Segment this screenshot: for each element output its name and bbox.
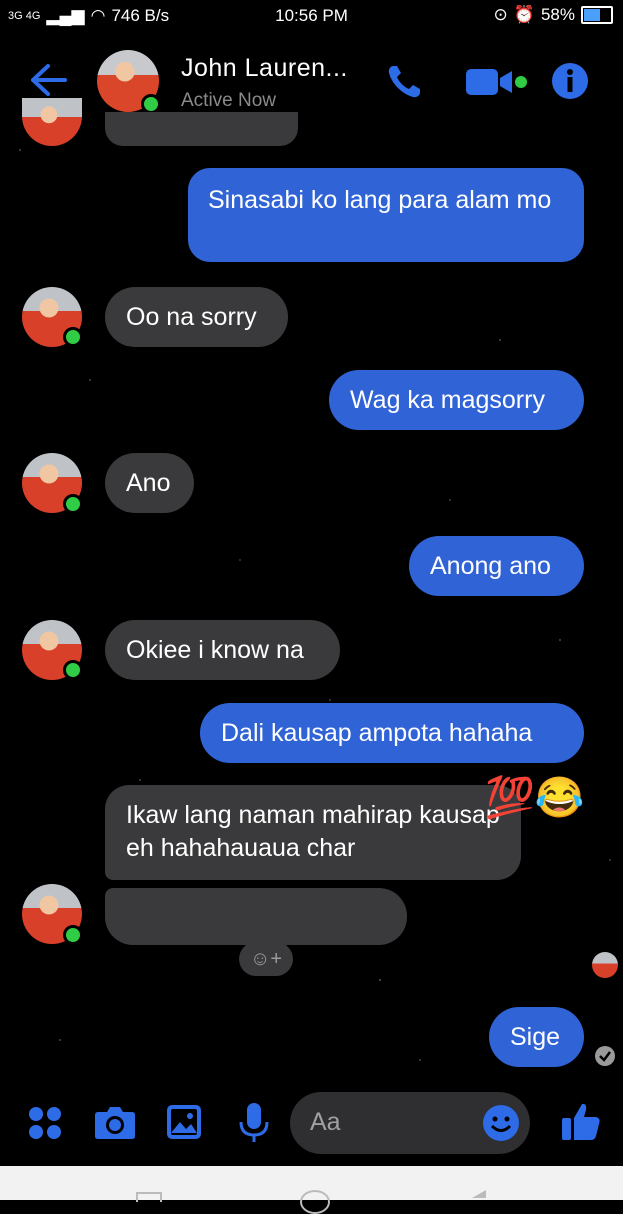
message-text: Ano: [126, 469, 171, 497]
message-text: Oo na sorry: [126, 303, 257, 331]
gallery-icon[interactable]: [166, 1104, 202, 1140]
add-reaction-button[interactable]: ☺+: [239, 942, 293, 976]
seen-avatar: [592, 952, 618, 978]
message-bubble-received[interactable]: Ano: [105, 453, 194, 513]
message-bubble-received[interactable]: Okiee i know na: [105, 620, 340, 680]
more-apps-icon[interactable]: [27, 1105, 63, 1141]
active-status: Active Now: [181, 90, 277, 111]
message-bubble-received-redacted[interactable]: [105, 888, 407, 945]
message-input-placeholder: Aa: [310, 1108, 341, 1136]
smiley-plus-icon: ☺+: [249, 948, 283, 970]
alarm-icon: ⏰: [513, 5, 535, 24]
like-thumbs-up-icon[interactable]: [560, 1100, 602, 1142]
video-call-icon[interactable]: [466, 66, 530, 98]
conversation-header: John Lauren... Active Now: [0, 40, 623, 124]
online-indicator: [63, 925, 83, 945]
lock-rotation-icon: ⊙: [493, 5, 508, 24]
message-input[interactable]: Aa: [290, 1092, 530, 1154]
message-bubble-sent[interactable]: Sinasabi ko lang para alam mo: [188, 168, 584, 262]
status-bar: 3G 4G ▂▄▆ ◠ 746 B/s 10:56 PM ⊙ ⏰ 58%: [0, 0, 623, 32]
online-indicator: [63, 494, 83, 514]
home-icon[interactable]: [300, 1190, 330, 1214]
message-text: Sinasabi ko lang para alam mo: [208, 186, 552, 214]
message-bubble-sent[interactable]: Anong ano: [409, 536, 584, 596]
message-text: Wag ka magsorry: [350, 386, 545, 414]
battery-percent: 58%: [540, 5, 575, 24]
message-bubble-received[interactable]: Oo na sorry: [105, 287, 288, 347]
microphone-icon[interactable]: [238, 1102, 270, 1144]
composer-bar: Aa: [0, 1080, 623, 1166]
message-text: Dali kausap ampota hahaha: [221, 719, 533, 747]
delivered-check-icon: [595, 1046, 615, 1066]
emoji-reaction: 💯😂: [485, 776, 585, 820]
message-bubble-sent[interactable]: Dali kausap ampota hahaha: [200, 703, 584, 763]
message-bubble-sent[interactable]: Wag ka magsorry: [329, 370, 584, 430]
online-indicator: [63, 327, 83, 347]
battery-icon: [581, 6, 613, 24]
online-indicator: [141, 94, 161, 114]
message-bubble-received-clipped[interactable]: [105, 112, 298, 146]
info-icon[interactable]: [551, 62, 589, 100]
message-text: Sige: [510, 1023, 561, 1051]
contact-name[interactable]: John Lauren...: [181, 54, 348, 83]
message-text: Okiee i know na: [126, 636, 304, 664]
emoji-icon[interactable]: [482, 1104, 520, 1142]
message-bubble-received[interactable]: Ikaw lang naman mahirap kausap eh hahaha…: [105, 785, 521, 880]
recent-apps-icon[interactable]: [136, 1192, 162, 1202]
back-arrow-icon[interactable]: [28, 62, 68, 98]
online-indicator: [63, 660, 83, 680]
message-bubble-sent[interactable]: Sige: [489, 1007, 584, 1067]
message-text: Ikaw lang naman mahirap kausap eh hahaha…: [126, 801, 500, 862]
phone-call-icon[interactable]: [384, 62, 424, 102]
back-nav-icon[interactable]: [472, 1190, 486, 1198]
clock: 10:56 PM: [275, 6, 348, 25]
system-navigation-bar: [0, 1166, 623, 1214]
message-text: Anong ano: [430, 552, 551, 580]
camera-icon[interactable]: [94, 1104, 136, 1140]
